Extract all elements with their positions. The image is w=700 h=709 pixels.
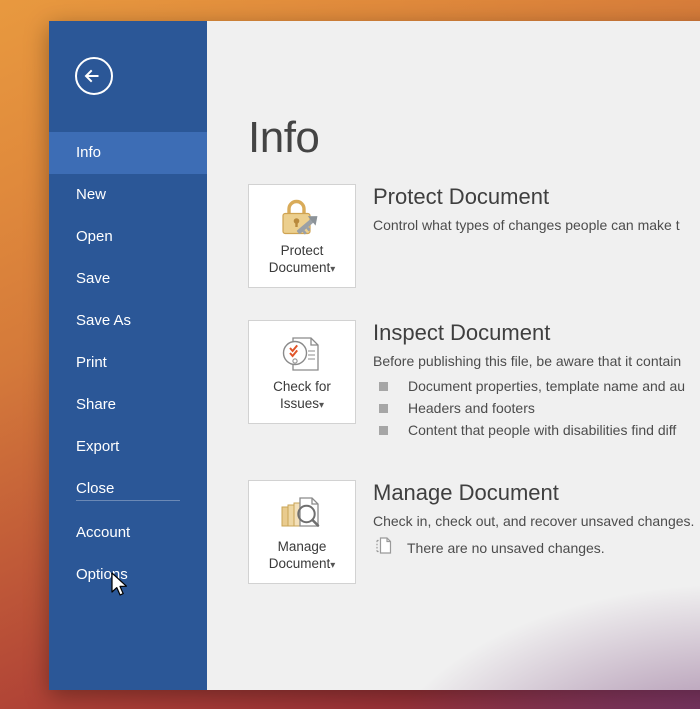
list-item: Content that people with disabilities fi… (373, 419, 700, 441)
manage-document-body: Manage Document Check in, check out, and… (373, 480, 700, 560)
protect-document-button[interactable]: Protect Document▾ (248, 184, 356, 288)
desktop-background: Document1 - W Info New Open Save Sav (0, 0, 700, 709)
sidebar-item-close[interactable]: Close (49, 468, 207, 510)
section-description: Before publishing this file, be aware th… (373, 352, 700, 371)
backstage-sidebar: Info New Open Save Save As Print Share E… (49, 21, 207, 690)
back-arrow-icon (77, 59, 111, 93)
unsaved-changes-note: There are no unsaved changes. (373, 536, 700, 560)
sidebar-item-label: Share (76, 396, 116, 413)
list-item-label: Content that people with disabilities fi… (408, 422, 676, 438)
section-title: Protect Document (373, 184, 700, 210)
sidebar-item-label: Options (76, 566, 128, 583)
sidebar-item-save-as[interactable]: Save As (49, 300, 207, 342)
sidebar-item-share[interactable]: Share (49, 384, 207, 426)
section-title: Manage Document (373, 480, 700, 506)
manage-document-button-label: Manage Document▾ (249, 538, 355, 574)
word-backstage-window: Document1 - W Info New Open Save Sav (49, 21, 700, 690)
list-item-label: Document properties, template name and a… (408, 378, 685, 394)
back-button[interactable] (75, 57, 113, 95)
sidebar-item-save[interactable]: Save (49, 258, 207, 300)
button-label-line2: Document (269, 260, 331, 275)
square-bullet-icon (379, 404, 388, 413)
sidebar-item-print[interactable]: Print (49, 342, 207, 384)
button-label-line1: Protect (281, 243, 324, 258)
check-for-issues-button[interactable]: Check for Issues▾ (248, 320, 356, 424)
list-item: Headers and footers (373, 397, 700, 419)
sidebar-item-label: Save As (76, 312, 131, 329)
chevron-down-icon[interactable]: ▾ (330, 560, 335, 571)
sidebar-item-open[interactable]: Open (49, 216, 207, 258)
sidebar-item-account[interactable]: Account (49, 512, 207, 554)
square-bullet-icon (379, 382, 388, 391)
document-inspect-icon (249, 330, 355, 378)
manage-document-icon (249, 490, 355, 538)
button-label-line1: Manage (278, 539, 327, 554)
sidebar-item-label: Save (76, 270, 110, 287)
sidebar-item-label: Open (76, 228, 113, 245)
sidebar-item-label: Info (76, 144, 101, 161)
sidebar-item-label: Print (76, 354, 107, 371)
chevron-down-icon[interactable]: ▾ (319, 400, 324, 411)
sidebar-item-info[interactable]: Info (49, 132, 207, 174)
sidebar-item-label: Export (76, 438, 119, 455)
square-bullet-icon (379, 426, 388, 435)
sidebar-item-export[interactable]: Export (49, 426, 207, 468)
page-title: Info (248, 113, 319, 163)
sidebar-item-options[interactable]: Options (49, 554, 207, 596)
button-label-line2: Issues (280, 396, 319, 411)
list-item: Document properties, template name and a… (373, 375, 700, 397)
sidebar-item-label: Close (76, 480, 114, 497)
manage-document-button[interactable]: Manage Document▾ (248, 480, 356, 584)
info-content-pane: Info (207, 21, 700, 690)
sidebar-item-new[interactable]: New (49, 174, 207, 216)
button-label-line2: Document (269, 556, 331, 571)
sidebar-item-label: Account (76, 524, 130, 541)
protect-document-body: Protect Document Control what types of c… (373, 184, 700, 235)
section-title: Inspect Document (373, 320, 700, 346)
sidebar-divider (76, 500, 180, 501)
padlock-key-icon (249, 194, 355, 242)
check-for-issues-button-label: Check for Issues▾ (249, 378, 355, 414)
protect-document-button-label: Protect Document▾ (249, 242, 355, 278)
inspect-document-body: Inspect Document Before publishing this … (373, 320, 700, 441)
chevron-down-icon[interactable]: ▾ (330, 264, 335, 275)
unsaved-changes-text: There are no unsaved changes. (407, 540, 605, 556)
sidebar-item-label: New (76, 186, 106, 203)
inspect-issue-list: Document properties, template name and a… (373, 375, 700, 441)
list-item-label: Headers and footers (408, 400, 535, 416)
section-description: Check in, check out, and recover unsaved… (373, 512, 700, 531)
section-description: Control what types of changes people can… (373, 216, 700, 235)
button-label-line1: Check for (273, 379, 331, 394)
dotted-document-icon (375, 536, 393, 560)
